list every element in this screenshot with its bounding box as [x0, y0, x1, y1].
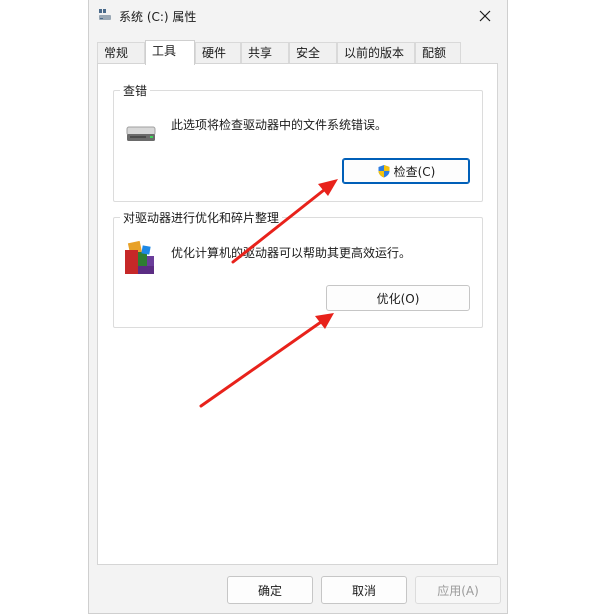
- close-icon: [479, 10, 491, 22]
- apply-button-label: 应用(A): [437, 583, 479, 598]
- cancel-button-label: 取消: [351, 583, 376, 598]
- uac-shield-icon: [378, 165, 390, 178]
- title-bar[interactable]: 系统 (C:) 属性: [89, 0, 507, 32]
- tab-security[interactable]: 安全: [289, 42, 337, 64]
- check-button-label: 检查(C): [393, 164, 436, 179]
- optimize-description: 优化计算机的驱动器可以帮助其更高效运行。: [171, 246, 412, 260]
- drive-properties-icon: [99, 9, 111, 20]
- ok-button-label: 确定: [257, 583, 282, 598]
- tab-general[interactable]: 常规: [97, 42, 145, 64]
- tools-panel: 查错 此选项将检查驱动器中的文件系统错误。 检查(C) 对驱动器进行优化和碎片整…: [97, 63, 498, 565]
- tab-label: 共享: [248, 46, 273, 60]
- tab-label: 常规: [104, 46, 129, 60]
- tab-label: 配额: [422, 46, 447, 60]
- tab-previous-versions[interactable]: 以前的版本: [337, 42, 415, 64]
- check-button[interactable]: 检查(C): [342, 158, 470, 184]
- tab-label: 工具: [152, 44, 177, 58]
- tab-label: 以前的版本: [344, 46, 405, 60]
- tab-sharing[interactable]: 共享: [241, 42, 289, 64]
- tab-label: 硬件: [202, 46, 227, 60]
- tab-hardware[interactable]: 硬件: [195, 42, 241, 64]
- optimize-button-label: 优化(O): [376, 291, 420, 306]
- error-check-group: 查错 此选项将检查驱动器中的文件系统错误。 检查(C): [113, 82, 483, 202]
- hard-drive-icon: [126, 126, 156, 141]
- optimize-group: 对驱动器进行优化和碎片整理 优化计算机的驱动器可以帮助其更高效运行。 优化(O): [113, 209, 483, 328]
- tab-strip: 常规 工具 硬件 共享 安全 以前的版本 配额: [97, 40, 497, 65]
- defrag-icon: [125, 240, 154, 274]
- apply-button[interactable]: 应用(A): [415, 576, 501, 604]
- tab-quota[interactable]: 配额: [415, 42, 461, 64]
- optimize-title: 对驱动器进行优化和碎片整理: [120, 209, 283, 226]
- cancel-button[interactable]: 取消: [321, 576, 407, 604]
- ok-button[interactable]: 确定: [227, 576, 313, 604]
- error-check-title: 查错: [120, 82, 151, 99]
- properties-dialog: 系统 (C:) 属性 常规 工具 硬件 共享 安全 以前的版本 配额 查错 此选…: [88, 0, 508, 614]
- tab-tools[interactable]: 工具: [145, 40, 195, 65]
- error-check-description: 此选项将检查驱动器中的文件系统错误。: [171, 118, 388, 132]
- tab-label: 安全: [296, 46, 321, 60]
- window-title: 系统 (C:) 属性: [119, 10, 197, 24]
- close-button[interactable]: [463, 0, 507, 32]
- optimize-button[interactable]: 优化(O): [326, 285, 470, 311]
